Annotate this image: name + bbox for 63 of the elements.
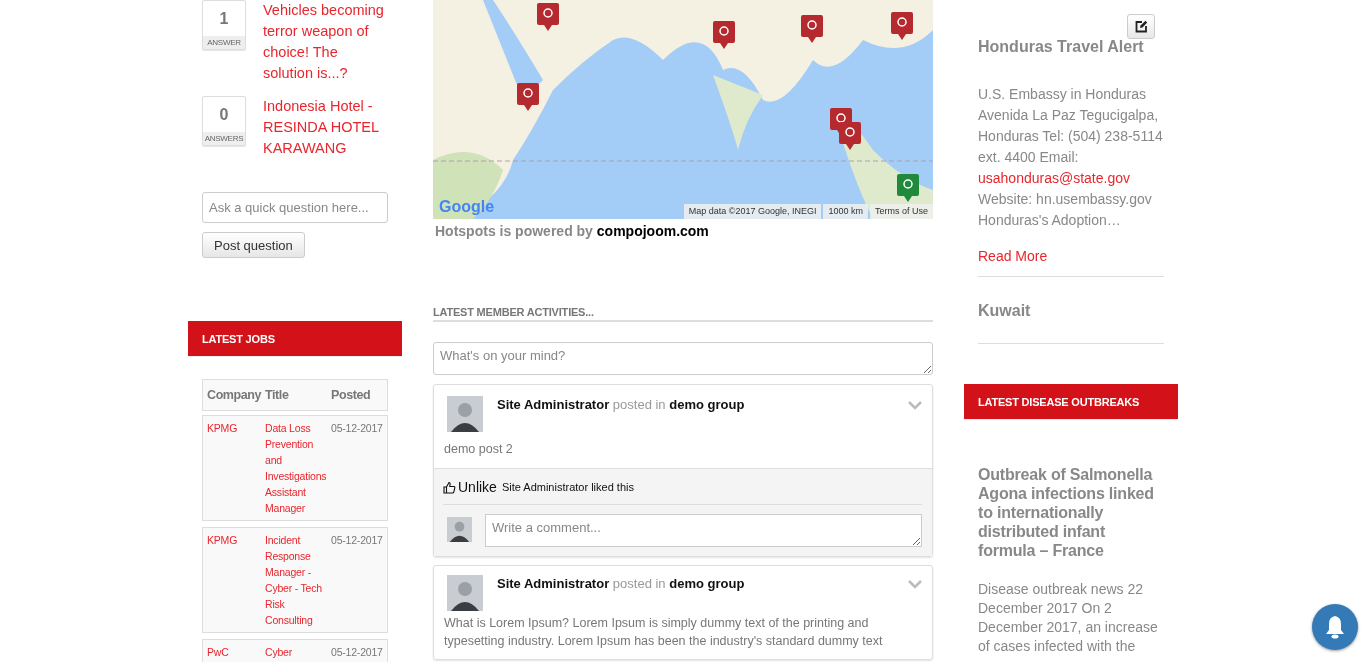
- email-link[interactable]: usahonduras@state.gov: [978, 170, 1130, 186]
- thumbs-up-icon: [443, 480, 456, 494]
- outbreak-summary: Disease outbreak news 22 December 2017 On 2 December 2017, an increase of cases infected with the: [978, 580, 1159, 656]
- post-header: Site Administrator posted in demo group: [497, 575, 746, 593]
- bell-icon: [1324, 615, 1346, 639]
- column-header: Company: [207, 388, 263, 402]
- comment-input-field[interactable]: Write a comment...: [485, 514, 922, 547]
- notification-button[interactable]: [1312, 604, 1358, 650]
- alert-title: Honduras Travel Alert: [978, 37, 1145, 57]
- answer-count: 1: [219, 8, 229, 29]
- map-marker-icon[interactable]: [897, 174, 919, 202]
- question-link[interactable]: Vehicles becoming terror weapon of choice! The solution is...?: [263, 0, 387, 84]
- post-question-button[interactable]: Post question: [202, 232, 305, 258]
- map-marker-icon[interactable]: [713, 21, 735, 49]
- map-scale: 1000 km: [823, 204, 868, 219]
- outbreak-headline: Outbreak of Salmonella Agona infections linked to internationally distributed infant formula – France: [978, 465, 1155, 560]
- posted-date: 05-12-2017: [331, 533, 384, 548]
- map-marker-icon[interactable]: [839, 122, 861, 150]
- answer-count: 0: [219, 104, 229, 125]
- question-input-field[interactable]: Ask a quick question here...: [202, 192, 388, 223]
- map-marker-icon[interactable]: [801, 15, 823, 43]
- unlike-link[interactable]: Unlike: [443, 479, 497, 495]
- read-more-link[interactable]: Read More: [978, 246, 1164, 277]
- section-title: LATEST MEMBER ACTIVITIES...: [433, 306, 933, 322]
- group-link[interactable]: demo group: [669, 397, 745, 412]
- alert-title: Kuwait: [978, 301, 1164, 344]
- status-input-field[interactable]: What's on your mind?: [433, 342, 933, 375]
- avatar-placeholder: [447, 575, 483, 611]
- posted-date: 05-12-2017: [331, 421, 384, 436]
- powered-by-text: Hotspots is powered by compojoom.com: [434, 223, 710, 240]
- group-link[interactable]: demo group: [669, 576, 745, 591]
- company-link[interactable]: PwC: [207, 644, 265, 660]
- post-text: demo post 2: [443, 441, 514, 458]
- like-summary: Site Administrator liked this: [501, 481, 634, 493]
- section-header: LATEST JOBS: [188, 321, 402, 356]
- map-marker-icon[interactable]: [517, 83, 539, 111]
- column-header: Title: [265, 388, 290, 402]
- job-title-link[interactable]: Cyber: [265, 644, 331, 660]
- alert-text: U.S. Embassy in Honduras Avenida La Paz Tegucigalpa, Honduras Tel: (504) 238-5114 ext. 4400 Email: usahonduras@state.gov Website: hn.usembassy.gov Honduras's Adoption…: [978, 85, 1164, 230]
- edit-icon: [1134, 20, 1148, 33]
- post-header: Site Administrator posted in demo group: [497, 396, 746, 414]
- map-marker-icon[interactable]: [537, 3, 559, 31]
- answer-label: ANSWERS: [203, 132, 245, 145]
- posted-date: 05-12-2017: [331, 645, 384, 660]
- column-header: Posted: [331, 388, 372, 402]
- map-marker-icon[interactable]: [891, 12, 913, 40]
- terms-link[interactable]: Terms of Use: [870, 204, 933, 219]
- author-link[interactable]: Site Administrator: [497, 397, 610, 412]
- job-title-link[interactable]: Incident Response Manager - Cyber - Tech Risk Consulting: [265, 532, 331, 628]
- compojoom-link[interactable]: compojoom.com: [596, 223, 709, 239]
- map-attribution: Map data ©2017 Google, INEGI: [683, 204, 822, 219]
- author-link[interactable]: Site Administrator: [497, 576, 610, 591]
- section-header: LATEST DISEASE OUTBREAKS: [964, 384, 1178, 419]
- avatar-placeholder: [447, 517, 472, 542]
- post-text: What is Lorem Ipsum? Lorem Ipsum is simply dummy text of the printing and typesetting industry. Lorem Ipsum has been the industry's standard dummy text: [443, 615, 884, 650]
- avatar-placeholder: [447, 396, 483, 432]
- job-title-link[interactable]: Data Loss Prevention and Investigations Assistant Manager: [265, 420, 331, 516]
- google-logo: Google: [439, 198, 495, 216]
- company-link[interactable]: KPMG: [207, 532, 265, 628]
- question-link[interactable]: Indonesia Hotel - RESINDA HOTEL KARAWANG: [263, 96, 387, 159]
- company-link[interactable]: KPMG: [207, 420, 265, 516]
- answer-label: ANSWER: [203, 36, 245, 49]
- edit-button[interactable]: [1127, 14, 1155, 39]
